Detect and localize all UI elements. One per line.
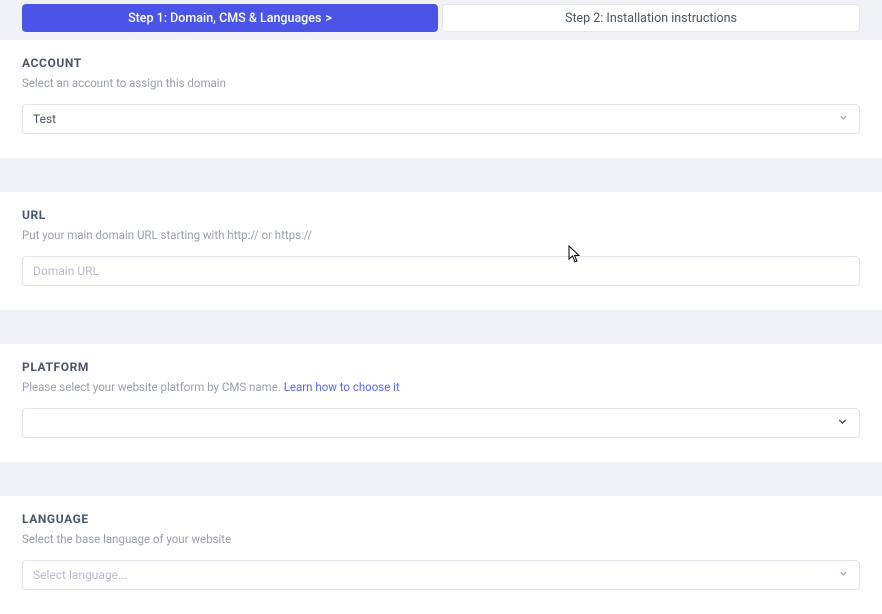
- platform-select[interactable]: [22, 408, 860, 438]
- section-platform-hint: Please select your website platform by C…: [22, 380, 860, 394]
- chevron-down-icon: [838, 568, 849, 582]
- wizard-tabs: Step 1: Domain, CMS & Languages > Step 2…: [0, 0, 882, 32]
- section-platform: PLATFORM Please select your website plat…: [0, 344, 882, 462]
- language-select-placeholder: Select language...: [33, 568, 128, 582]
- tab-step-2[interactable]: Step 2: Installation instructions: [442, 4, 860, 32]
- platform-learn-link[interactable]: Learn how to choose it: [284, 380, 400, 394]
- tab-step-1[interactable]: Step 1: Domain, CMS & Languages >: [22, 4, 438, 32]
- section-language-title: LANGUAGE: [22, 512, 860, 526]
- section-language-hint: Select the base language of your website: [22, 532, 860, 546]
- domain-url-placeholder: Domain URL: [33, 264, 99, 278]
- section-language: LANGUAGE Select the base language of you…: [0, 496, 882, 614]
- tab-step-1-label: Step 1: Domain, CMS & Languages: [128, 11, 321, 26]
- chevron-down-icon: [838, 112, 849, 126]
- section-account-title: ACCOUNT: [22, 56, 860, 70]
- section-account: ACCOUNT Select an account to assign this…: [0, 40, 882, 158]
- section-url: URL Put your main domain URL starting wi…: [0, 192, 882, 310]
- account-select[interactable]: Test: [22, 104, 860, 134]
- section-platform-hint-text: Please select your website platform by C…: [22, 380, 284, 394]
- section-url-hint: Put your main domain URL starting with h…: [22, 228, 860, 242]
- tab-step-2-label: Step 2: Installation instructions: [565, 11, 737, 26]
- section-url-title: URL: [22, 208, 860, 222]
- section-platform-title: PLATFORM: [22, 360, 860, 374]
- section-account-hint: Select an account to assign this domain: [22, 76, 860, 90]
- chevron-down-icon: [836, 415, 849, 431]
- tab-step-1-caret: >: [325, 11, 332, 26]
- account-select-value: Test: [33, 112, 56, 126]
- domain-url-input[interactable]: Domain URL: [22, 256, 860, 286]
- language-select[interactable]: Select language...: [22, 560, 860, 590]
